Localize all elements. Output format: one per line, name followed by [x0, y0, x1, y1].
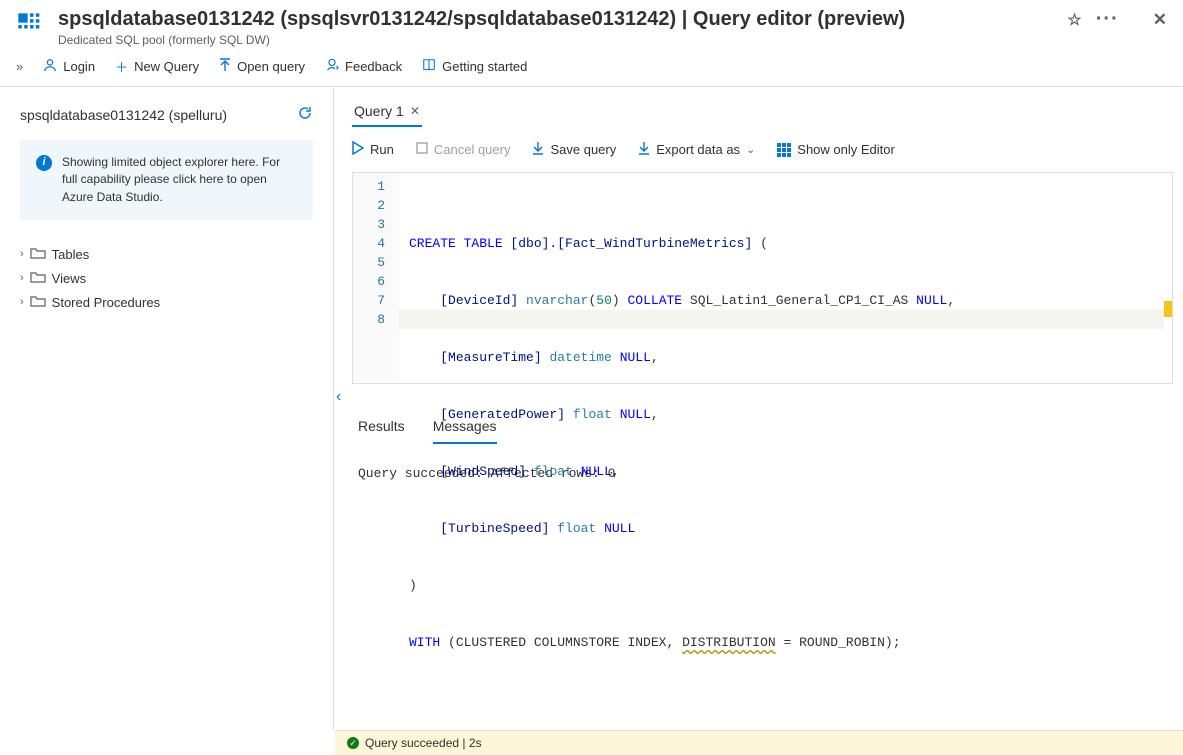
info-text: Showing limited object explorer here. Fo… — [62, 154, 297, 206]
show-only-editor-button[interactable]: Show only Editor — [777, 142, 895, 157]
tree-tables-label: Tables — [52, 247, 90, 262]
export-label: Export data as — [656, 142, 740, 157]
play-icon — [352, 141, 364, 158]
chevron-right-icon: › — [20, 272, 24, 284]
upload-icon — [219, 58, 231, 75]
grid-icon — [777, 143, 791, 157]
getting-started-label: Getting started — [442, 59, 527, 74]
tree-views-label: Views — [52, 271, 86, 286]
favorite-icon[interactable]: ☆ — [1067, 10, 1081, 30]
tree-views[interactable]: › Views — [20, 270, 313, 286]
expand-menu-icon[interactable]: » — [16, 59, 23, 74]
show-editor-label: Show only Editor — [797, 142, 895, 157]
sidebar-title: spsqldatabase0131242 (spelluru) — [20, 107, 227, 123]
info-banner[interactable]: i Showing limited object explorer here. … — [20, 140, 313, 220]
refresh-icon[interactable] — [297, 105, 313, 124]
save-query-button[interactable]: Save query — [532, 141, 616, 158]
cancel-label: Cancel query — [434, 142, 511, 157]
feedback-icon — [325, 58, 339, 75]
download-icon — [638, 141, 650, 158]
tree-tables[interactable]: › Tables — [20, 246, 313, 262]
page-title: spsqldatabase0131242 (spsqlsvr0131242/sp… — [58, 8, 905, 31]
new-query-label: New Query — [134, 59, 199, 74]
tree-sprocs-label: Stored Procedures — [52, 295, 160, 310]
new-query-button[interactable]: ＋ New Query — [115, 57, 199, 76]
query-toolbar: Run Cancel query Save query Export data … — [334, 127, 1183, 172]
folder-icon — [30, 294, 46, 310]
chevron-right-icon: › — [20, 248, 24, 260]
getting-started-button[interactable]: Getting started — [422, 58, 527, 75]
feedback-label: Feedback — [345, 59, 402, 74]
blade-header: spsqldatabase0131242 (spsqlsvr0131242/sp… — [0, 0, 1183, 47]
sql-editor[interactable]: 1 2 3 4 5 6 7 8 CREATE TABLE [dbo].[Fact… — [352, 172, 1173, 384]
download-icon — [532, 141, 544, 158]
cancel-query-button: Cancel query — [416, 142, 511, 157]
sql-database-icon — [16, 11, 44, 39]
close-icon[interactable]: ✕ — [1153, 10, 1167, 30]
object-explorer: spsqldatabase0131242 (spelluru) i Showin… — [0, 87, 334, 730]
folder-icon — [30, 270, 46, 286]
more-icon[interactable]: ··· — [1096, 8, 1119, 31]
chevron-right-icon: › — [20, 296, 24, 308]
open-query-label: Open query — [237, 59, 305, 74]
plus-icon: ＋ — [115, 57, 128, 76]
open-query-button[interactable]: Open query — [219, 58, 305, 75]
tab-label: Query 1 — [354, 103, 404, 119]
chevron-down-icon: ⌄ — [746, 143, 755, 156]
stop-icon — [416, 142, 428, 157]
command-bar: » Login ＋ New Query Open query Feedback … — [0, 47, 1183, 87]
tree-sprocs[interactable]: › Stored Procedures — [20, 294, 313, 310]
person-icon — [43, 58, 57, 75]
status-text: Query succeeded | 2s — [365, 736, 482, 750]
status-bar: ✓ Query succeeded | 2s — [335, 730, 1183, 755]
info-icon: i — [36, 155, 52, 171]
code-area[interactable]: CREATE TABLE [dbo].[Fact_WindTurbineMetr… — [399, 173, 1172, 383]
success-icon: ✓ — [347, 737, 359, 749]
current-line-highlight — [399, 310, 1164, 329]
export-data-button[interactable]: Export data as ⌄ — [638, 141, 755, 158]
results-tab[interactable]: Results — [358, 418, 405, 444]
tab-query-1[interactable]: Query 1 ✕ — [352, 97, 422, 127]
folder-icon — [30, 246, 46, 262]
book-icon — [422, 58, 436, 75]
save-label: Save query — [550, 142, 616, 157]
run-label: Run — [370, 142, 394, 157]
login-button[interactable]: Login — [43, 58, 95, 75]
feedback-button[interactable]: Feedback — [325, 58, 402, 75]
close-tab-icon[interactable]: ✕ — [410, 104, 420, 118]
login-label: Login — [63, 59, 95, 74]
run-button[interactable]: Run — [352, 141, 394, 158]
line-gutter: 1 2 3 4 5 6 7 8 — [353, 173, 399, 383]
page-subtitle: Dedicated SQL pool (formerly SQL DW) — [58, 33, 1167, 47]
